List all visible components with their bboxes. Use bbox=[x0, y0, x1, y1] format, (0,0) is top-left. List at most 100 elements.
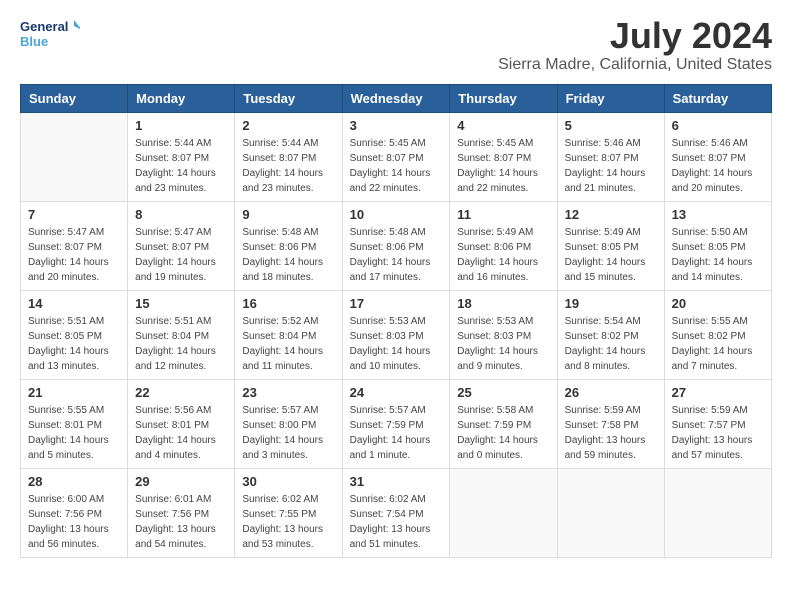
calendar-cell: 20 Sunrise: 5:55 AM Sunset: 8:02 PM Dayli… bbox=[664, 290, 771, 379]
day-number: 18 bbox=[457, 296, 549, 311]
calendar-cell: 3 Sunrise: 5:45 AM Sunset: 8:07 PM Daylig… bbox=[342, 112, 450, 201]
calendar-cell: 28 Sunrise: 6:00 AM Sunset: 7:56 PM Dayli… bbox=[21, 468, 128, 557]
cell-info: Sunrise: 6:02 AM Sunset: 7:55 PM Dayligh… bbox=[242, 492, 334, 552]
day-number: 27 bbox=[672, 385, 764, 400]
calendar-cell: 31Sunrise: 6:02 AM Sunset: 7:54 PM Dayli… bbox=[342, 468, 450, 557]
calendar-cell: 11Sunrise: 5:49 AM Sunset: 8:06 PM Dayli… bbox=[450, 201, 557, 290]
cell-info: Sunrise: 5:54 AM Sunset: 8:02 PM Dayligh… bbox=[565, 314, 657, 374]
cell-info: Sunrise: 6:00 AM Sunset: 7:56 PM Dayligh… bbox=[28, 492, 120, 552]
calendar-cell: 30 Sunrise: 6:02 AM Sunset: 7:55 PM Dayli… bbox=[235, 468, 342, 557]
calendar-table: SundayMondayTuesdayWednesdayThursdayFrid… bbox=[20, 84, 772, 558]
day-number: 4 bbox=[457, 118, 549, 133]
day-number: 15 bbox=[135, 296, 227, 311]
calendar-cell: 15 Sunrise: 5:51 AM Sunset: 8:04 PM Dayli… bbox=[128, 290, 235, 379]
day-number: 13 bbox=[672, 207, 764, 222]
column-header-sunday: Sunday bbox=[21, 84, 128, 112]
cell-info: Sunrise: 5:52 AM Sunset: 8:04 PM Dayligh… bbox=[242, 314, 334, 374]
cell-info: Sunrise: 5:46 AM Sunset: 8:07 PM Dayligh… bbox=[672, 136, 764, 196]
calendar-cell: 26Sunrise: 5:59 AM Sunset: 7:58 PM Dayli… bbox=[557, 379, 664, 468]
day-number: 12 bbox=[565, 207, 657, 222]
calendar-cell: 16Sunrise: 5:52 AM Sunset: 8:04 PM Dayli… bbox=[235, 290, 342, 379]
calendar-week-2: 7 Sunrise: 5:47 AM Sunset: 8:07 PM Daylig… bbox=[21, 201, 772, 290]
day-number: 17 bbox=[350, 296, 443, 311]
day-number: 19 bbox=[565, 296, 657, 311]
svg-text:General: General bbox=[20, 19, 68, 34]
cell-info: Sunrise: 5:58 AM Sunset: 7:59 PM Dayligh… bbox=[457, 403, 549, 463]
day-number: 23 bbox=[242, 385, 334, 400]
calendar-cell: 12Sunrise: 5:49 AM Sunset: 8:05 PM Dayli… bbox=[557, 201, 664, 290]
cell-info: Sunrise: 5:56 AM Sunset: 8:01 PM Dayligh… bbox=[135, 403, 227, 463]
day-number: 5 bbox=[565, 118, 657, 133]
day-number: 29 bbox=[135, 474, 227, 489]
cell-info: Sunrise: 5:53 AM Sunset: 8:03 PM Dayligh… bbox=[350, 314, 443, 374]
day-number: 6 bbox=[672, 118, 764, 133]
day-number: 1 bbox=[135, 118, 227, 133]
day-number: 21 bbox=[28, 385, 120, 400]
location: Sierra Madre, California, United States bbox=[498, 56, 772, 74]
cell-info: Sunrise: 5:53 AM Sunset: 8:03 PM Dayligh… bbox=[457, 314, 549, 374]
calendar-cell: 22 Sunrise: 5:56 AM Sunset: 8:01 PM Dayli… bbox=[128, 379, 235, 468]
calendar-cell: 27 Sunrise: 5:59 AM Sunset: 7:57 PM Dayli… bbox=[664, 379, 771, 468]
day-number: 14 bbox=[28, 296, 120, 311]
calendar-cell: 24Sunrise: 5:57 AM Sunset: 7:59 PM Dayli… bbox=[342, 379, 450, 468]
calendar-cell: 1 Sunrise: 5:44 AM Sunset: 8:07 PM Daylig… bbox=[128, 112, 235, 201]
calendar-cell: 19 Sunrise: 5:54 AM Sunset: 8:02 PM Dayli… bbox=[557, 290, 664, 379]
logo: General Blue bbox=[20, 16, 80, 56]
column-header-tuesday: Tuesday bbox=[235, 84, 342, 112]
day-number: 26 bbox=[565, 385, 657, 400]
page-header: General Blue July 2024 Sierra Madre, Cal… bbox=[20, 16, 772, 74]
cell-info: Sunrise: 5:55 AM Sunset: 8:02 PM Dayligh… bbox=[672, 314, 764, 374]
calendar-cell: 5Sunrise: 5:46 AM Sunset: 8:07 PM Daylig… bbox=[557, 112, 664, 201]
column-header-thursday: Thursday bbox=[450, 84, 557, 112]
day-number: 20 bbox=[672, 296, 764, 311]
logo-icon: General Blue bbox=[20, 16, 80, 56]
calendar-cell: 7Sunrise: 5:47 AM Sunset: 8:07 PM Daylig… bbox=[21, 201, 128, 290]
calendar-cell bbox=[21, 112, 128, 201]
calendar-week-5: 28 Sunrise: 6:00 AM Sunset: 7:56 PM Dayli… bbox=[21, 468, 772, 557]
calendar-cell bbox=[664, 468, 771, 557]
column-header-wednesday: Wednesday bbox=[342, 84, 450, 112]
calendar-cell: 10 Sunrise: 5:48 AM Sunset: 8:06 PM Dayli… bbox=[342, 201, 450, 290]
column-header-friday: Friday bbox=[557, 84, 664, 112]
day-number: 3 bbox=[350, 118, 443, 133]
calendar-week-1: 1 Sunrise: 5:44 AM Sunset: 8:07 PM Daylig… bbox=[21, 112, 772, 201]
calendar-cell: 23 Sunrise: 5:57 AM Sunset: 8:00 PM Dayli… bbox=[235, 379, 342, 468]
cell-info: Sunrise: 5:48 AM Sunset: 8:06 PM Dayligh… bbox=[350, 225, 443, 285]
cell-info: Sunrise: 5:44 AM Sunset: 8:07 PM Dayligh… bbox=[135, 136, 227, 196]
cell-info: Sunrise: 5:57 AM Sunset: 7:59 PM Dayligh… bbox=[350, 403, 443, 463]
cell-info: Sunrise: 5:45 AM Sunset: 8:07 PM Dayligh… bbox=[350, 136, 443, 196]
cell-info: Sunrise: 5:59 AM Sunset: 7:57 PM Dayligh… bbox=[672, 403, 764, 463]
cell-info: Sunrise: 5:51 AM Sunset: 8:05 PM Dayligh… bbox=[28, 314, 120, 374]
calendar-cell bbox=[557, 468, 664, 557]
calendar-week-3: 14 Sunrise: 5:51 AM Sunset: 8:05 PM Dayli… bbox=[21, 290, 772, 379]
cell-info: Sunrise: 5:50 AM Sunset: 8:05 PM Dayligh… bbox=[672, 225, 764, 285]
calendar-cell: 29 Sunrise: 6:01 AM Sunset: 7:56 PM Dayli… bbox=[128, 468, 235, 557]
calendar-week-4: 21 Sunrise: 5:55 AM Sunset: 8:01 PM Dayli… bbox=[21, 379, 772, 468]
svg-text:Blue: Blue bbox=[20, 34, 48, 49]
calendar-cell: 17 Sunrise: 5:53 AM Sunset: 8:03 PM Dayli… bbox=[342, 290, 450, 379]
calendar-cell: 8Sunrise: 5:47 AM Sunset: 8:07 PM Daylig… bbox=[128, 201, 235, 290]
cell-info: Sunrise: 5:48 AM Sunset: 8:06 PM Dayligh… bbox=[242, 225, 334, 285]
day-number: 11 bbox=[457, 207, 549, 222]
cell-info: Sunrise: 6:02 AM Sunset: 7:54 PM Dayligh… bbox=[350, 492, 443, 552]
column-header-saturday: Saturday bbox=[664, 84, 771, 112]
title-area: July 2024 Sierra Madre, California, Unit… bbox=[498, 16, 772, 74]
calendar-cell: 2 Sunrise: 5:44 AM Sunset: 8:07 PM Daylig… bbox=[235, 112, 342, 201]
cell-info: Sunrise: 5:55 AM Sunset: 8:01 PM Dayligh… bbox=[28, 403, 120, 463]
day-number: 28 bbox=[28, 474, 120, 489]
calendar-cell: 25Sunrise: 5:58 AM Sunset: 7:59 PM Dayli… bbox=[450, 379, 557, 468]
calendar-cell: 4Sunrise: 5:45 AM Sunset: 8:07 PM Daylig… bbox=[450, 112, 557, 201]
cell-info: Sunrise: 6:01 AM Sunset: 7:56 PM Dayligh… bbox=[135, 492, 227, 552]
day-number: 2 bbox=[242, 118, 334, 133]
calendar-cell: 6 Sunrise: 5:46 AM Sunset: 8:07 PM Daylig… bbox=[664, 112, 771, 201]
calendar-cell: 9Sunrise: 5:48 AM Sunset: 8:06 PM Daylig… bbox=[235, 201, 342, 290]
calendar-header-row: SundayMondayTuesdayWednesdayThursdayFrid… bbox=[21, 84, 772, 112]
cell-info: Sunrise: 5:51 AM Sunset: 8:04 PM Dayligh… bbox=[135, 314, 227, 374]
cell-info: Sunrise: 5:47 AM Sunset: 8:07 PM Dayligh… bbox=[135, 225, 227, 285]
cell-info: Sunrise: 5:44 AM Sunset: 8:07 PM Dayligh… bbox=[242, 136, 334, 196]
day-number: 30 bbox=[242, 474, 334, 489]
day-number: 10 bbox=[350, 207, 443, 222]
day-number: 22 bbox=[135, 385, 227, 400]
day-number: 7 bbox=[28, 207, 120, 222]
cell-info: Sunrise: 5:57 AM Sunset: 8:00 PM Dayligh… bbox=[242, 403, 334, 463]
